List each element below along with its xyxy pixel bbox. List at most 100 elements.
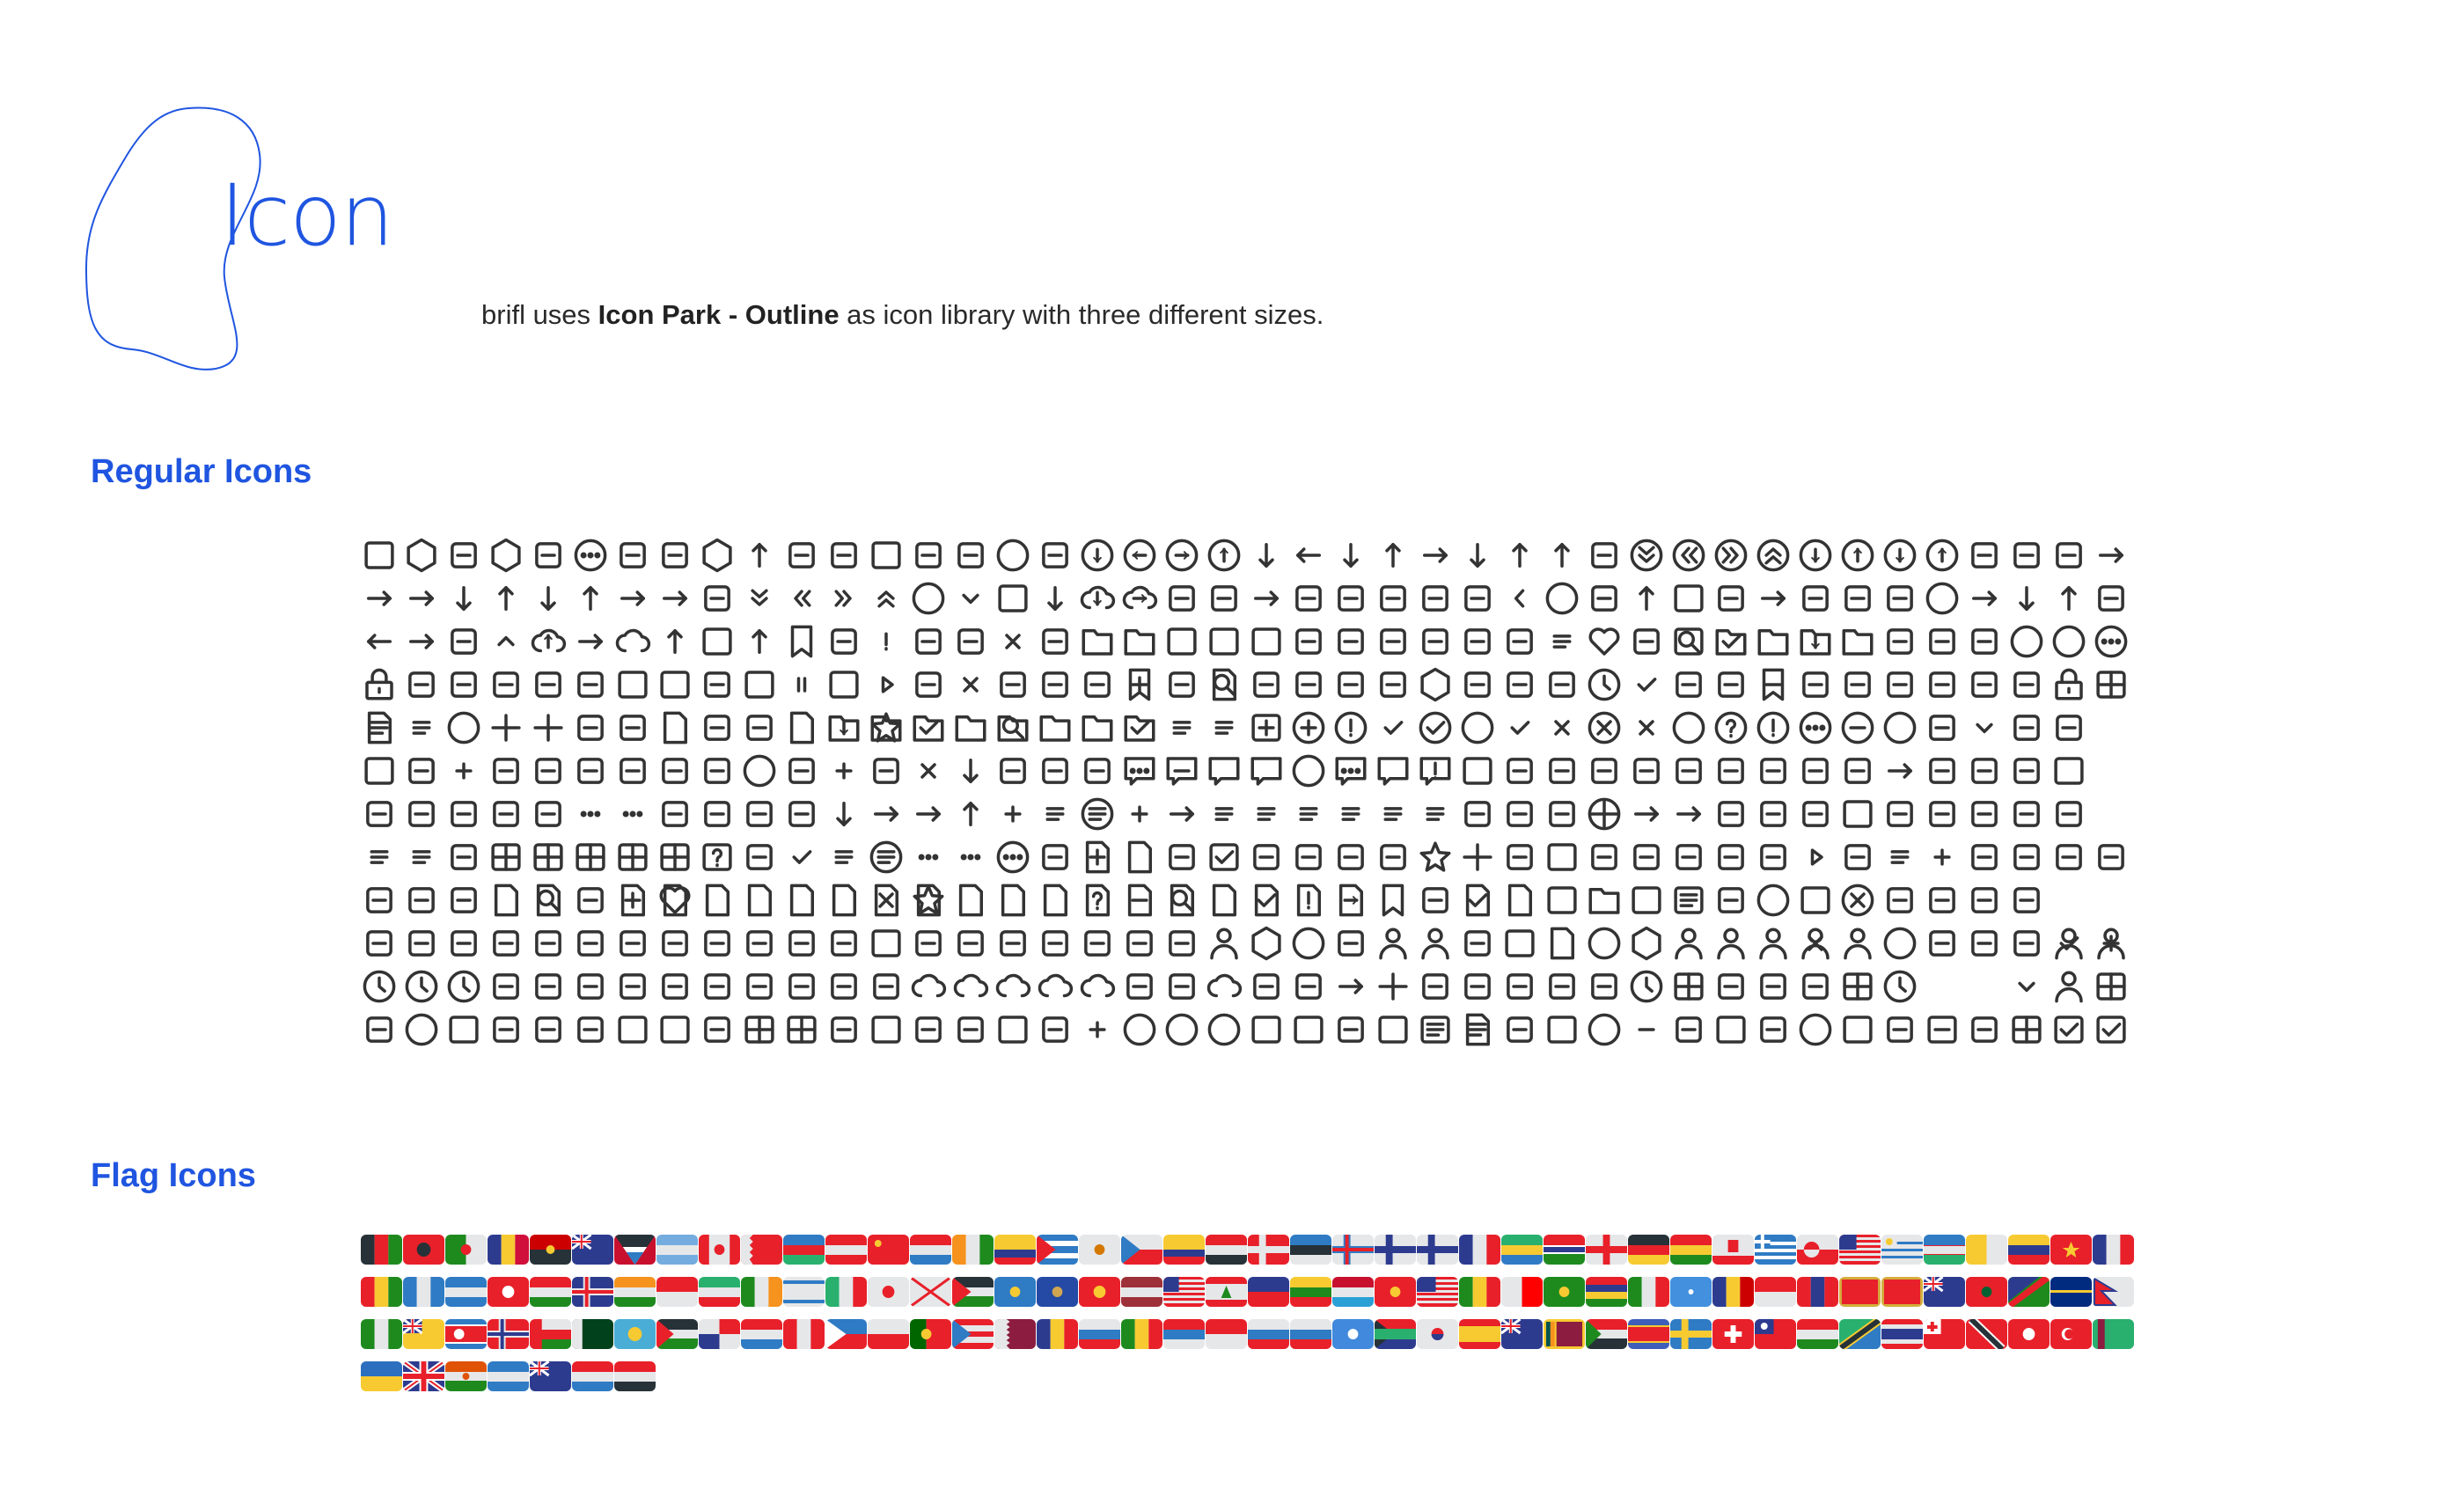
square-glyph xyxy=(1378,1016,1408,1044)
double-left-icon xyxy=(783,580,822,619)
graduation-icon xyxy=(488,925,526,964)
compress-glyph xyxy=(1464,801,1491,827)
fullscreen-icon xyxy=(1332,580,1371,619)
check-glyph xyxy=(1383,721,1404,735)
list-view-glyph xyxy=(412,721,431,735)
bookmark-empty-glyph xyxy=(1382,884,1404,917)
timer-half-glyph xyxy=(405,970,438,1003)
flag-id-icon xyxy=(656,1277,698,1307)
dashed-plus-glyph xyxy=(1131,805,1148,823)
double-right-glyph xyxy=(834,590,852,607)
circle-double-up-glyph xyxy=(1756,539,1790,572)
evernote-icon xyxy=(910,1011,949,1050)
curve-icon xyxy=(1544,752,1582,791)
calendar-glyph xyxy=(1843,800,1873,828)
search-doc-glyph xyxy=(1212,668,1236,701)
file-return-icon xyxy=(1332,882,1371,920)
neutral-glyph xyxy=(1165,1013,1199,1046)
cocktail-glyph xyxy=(493,973,519,1000)
flag-om-icon xyxy=(530,1319,571,1349)
umbrella-glyph xyxy=(2013,671,2040,698)
home-icon xyxy=(1924,623,1962,662)
ship-icon xyxy=(530,968,568,1007)
loading-sun-icon xyxy=(1797,1011,1836,1050)
circle-close-icon xyxy=(1586,709,1624,748)
video-off-glyph xyxy=(660,671,690,699)
circle-double-down-glyph xyxy=(1630,539,1663,572)
split-down-glyph xyxy=(704,801,730,827)
shirt-glyph xyxy=(1464,930,1491,957)
align-vertical-icon xyxy=(1417,796,1456,834)
cursor-icon xyxy=(1037,839,1075,877)
forward-glyph xyxy=(663,590,687,606)
battery-half-icon xyxy=(403,925,442,964)
inbox-glyph xyxy=(1842,629,1874,656)
circle-alert-glyph xyxy=(1334,711,1368,744)
doc-text-glyph xyxy=(1465,1013,1490,1046)
empty-icon-slot xyxy=(2050,882,2089,920)
flag-th-icon xyxy=(1881,1319,1923,1349)
calculator-ops-icon xyxy=(488,752,526,791)
save-icon xyxy=(1163,666,1202,705)
number-glyph xyxy=(1253,844,1280,870)
download-icon xyxy=(1037,580,1075,619)
user-glyph xyxy=(2055,971,2083,1003)
apple-icon xyxy=(783,1011,822,1050)
phone-icon xyxy=(1248,1011,1287,1050)
pulse-icon xyxy=(1332,925,1371,964)
code-icon xyxy=(1924,796,1962,834)
arrow-circle-up-glyph xyxy=(1207,539,1241,572)
twitter-glyph xyxy=(535,1016,561,1043)
user-focus-icon xyxy=(1839,925,1878,964)
chart-bell-icon xyxy=(530,752,568,791)
file-search-alt-icon xyxy=(1163,882,1202,920)
switch-glyph xyxy=(1464,585,1491,612)
file-user-icon xyxy=(1206,882,1244,920)
file-hide-glyph xyxy=(1001,884,1025,917)
puzzle-glyph xyxy=(1084,671,1111,698)
focus-plus-icon xyxy=(994,796,1033,834)
flag-ar-icon xyxy=(656,1235,698,1265)
down-small-line-glyph xyxy=(1976,722,1993,734)
terminal-icon xyxy=(1797,666,1836,705)
share-glyph xyxy=(1380,671,1406,698)
dot-chart-glyph xyxy=(788,758,815,784)
stopwatch-icon xyxy=(1586,666,1624,705)
chart-zig-icon xyxy=(403,752,442,791)
turn-down-right-glyph xyxy=(540,586,556,611)
switch-icon xyxy=(1459,580,1498,619)
circle-double-up-icon xyxy=(1755,537,1793,576)
arrow-up-left-glyph xyxy=(1385,543,1401,568)
map-pin-glyph xyxy=(746,930,773,957)
flag-cu-icon xyxy=(1037,1235,1078,1265)
scissors-icon xyxy=(1755,968,1793,1007)
arrow-circle-down-left-glyph xyxy=(1799,539,1832,572)
umbrella-small-icon xyxy=(1037,666,1075,705)
right-panel-glyph xyxy=(1167,627,1197,656)
flag-jp-icon xyxy=(868,1277,909,1307)
folder-check-icon xyxy=(910,709,949,748)
flag-py-icon xyxy=(741,1319,782,1349)
attachment-icon xyxy=(1966,623,2005,662)
flag-tj-icon xyxy=(1797,1319,1838,1349)
clapperboard-glyph xyxy=(2012,1016,2042,1044)
enter-icon xyxy=(361,580,400,619)
flag-al-icon xyxy=(403,1235,444,1265)
equalizer-glyph xyxy=(408,887,435,913)
flag-nu-icon xyxy=(403,1319,444,1349)
tag-glyph xyxy=(1718,671,1744,698)
command-glyph xyxy=(1042,628,1068,655)
arrow-circle-down-left-icon xyxy=(1797,537,1836,576)
list-bullets-icon xyxy=(1206,709,1244,748)
user-x-glyph xyxy=(1801,928,1830,960)
flag-icons-heading: Flag Icons xyxy=(91,1157,256,1194)
link-icon xyxy=(403,796,442,834)
arrow-right-icon xyxy=(1417,537,1456,576)
instagram-glyph xyxy=(449,1016,479,1044)
video-off-icon xyxy=(656,666,695,705)
file-hash-glyph xyxy=(958,884,983,917)
ring-glyph xyxy=(577,715,604,741)
windows-icon xyxy=(614,1011,653,1050)
pause-icon xyxy=(783,666,822,705)
shield-hex-icon xyxy=(699,537,737,576)
